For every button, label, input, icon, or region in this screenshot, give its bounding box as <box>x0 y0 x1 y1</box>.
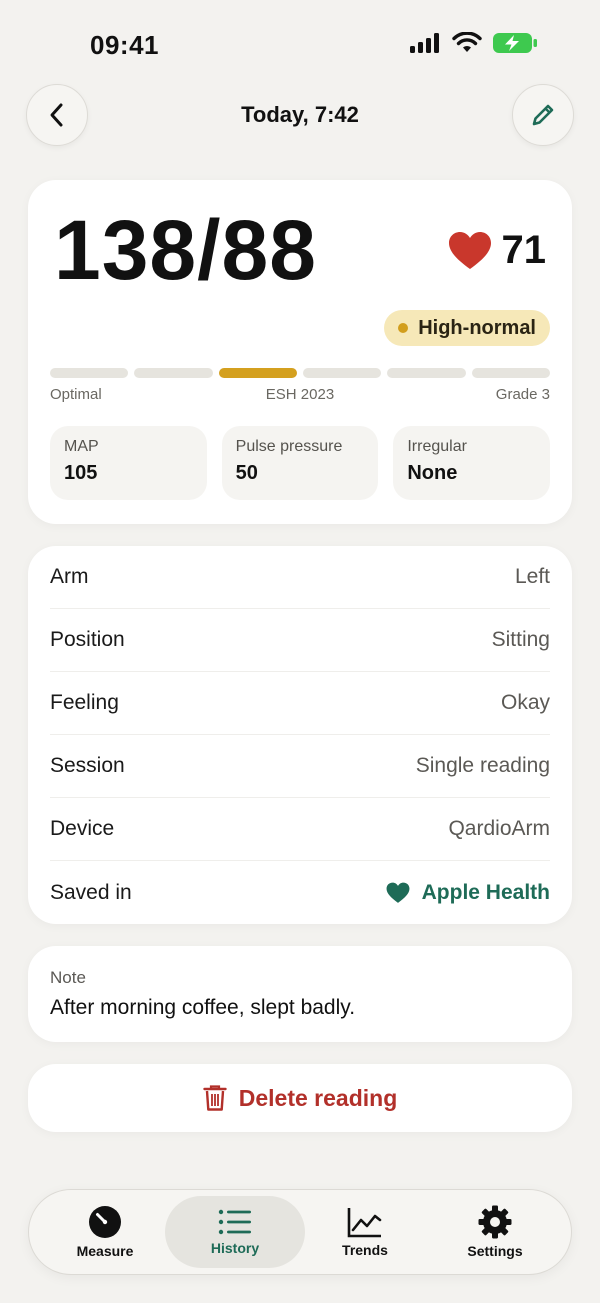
note-label: Note <box>50 968 86 987</box>
detail-value: Single reading <box>415 754 550 777</box>
pulse-value: 71 <box>501 228 547 272</box>
stat-label: Irregular <box>407 438 467 455</box>
tab-history[interactable]: History <box>165 1196 305 1268</box>
detail-row-saved-in[interactable]: Saved in Apple Health <box>50 861 550 924</box>
pulse-display: 71 <box>448 228 547 273</box>
detail-label: Position <box>50 628 125 651</box>
pencil-icon <box>532 104 554 126</box>
detail-label: Feeling <box>50 691 119 714</box>
detail-label: Arm <box>50 565 89 588</box>
apple-health-link[interactable]: Apple Health <box>386 881 550 905</box>
tab-label: Settings <box>467 1243 523 1259</box>
classification-scale <box>50 368 550 378</box>
heart-icon <box>386 882 410 903</box>
note-text: After morning coffee, slept badly. <box>50 996 356 1019</box>
delete-reading-button[interactable]: Delete reading <box>28 1064 572 1132</box>
blood-pressure-value: 138/88 <box>54 203 317 297</box>
stat-value: 105 <box>64 462 98 484</box>
scale-segment <box>387 368 466 378</box>
scale-labels: Optimal ESH 2023 Grade 3 <box>50 386 550 406</box>
category-label: High-normal <box>418 316 536 339</box>
nav-bar: Today, 7:42 <box>0 84 600 146</box>
tab-label: Trends <box>342 1242 388 1258</box>
scale-label-right: Grade 3 <box>495 386 550 403</box>
edit-button[interactable] <box>512 84 574 146</box>
list-icon <box>218 1209 251 1235</box>
delete-label: Delete reading <box>238 1084 398 1111</box>
detail-value: QardioArm <box>448 817 550 840</box>
tab-trends[interactable]: Trends <box>295 1196 435 1268</box>
stat-irregular: Irregular None <box>393 426 551 500</box>
scale-segment <box>471 368 550 378</box>
tab-bar: Measure History Trends Settings <box>28 1189 572 1275</box>
scale-segment <box>302 368 382 378</box>
tab-measure[interactable]: Measure <box>35 1196 175 1268</box>
reading-card: 138/88 71 High-normal Optimal ESH 2023 G… <box>28 180 572 524</box>
scale-segment <box>50 368 129 378</box>
page-title: Today, 7:42 <box>241 102 359 127</box>
scale-label-center: ESH 2023 <box>265 386 335 403</box>
scale-segment-active <box>218 368 297 378</box>
note-card[interactable]: Note After morning coffee, slept badly. <box>28 946 572 1042</box>
details-card: Arm Left Position Sitting Feeling Okay S… <box>28 546 572 924</box>
detail-value: Okay <box>500 691 550 714</box>
stat-label: Pulse pressure <box>235 438 343 455</box>
stat-value: 50 <box>235 462 258 484</box>
detail-row-feeling[interactable]: Feeling Okay <box>50 672 550 735</box>
detail-label: Saved in <box>50 880 132 904</box>
heart-icon <box>448 231 491 269</box>
gauge-icon <box>89 1206 121 1238</box>
stat-pulse-pressure: Pulse pressure 50 <box>221 426 379 500</box>
gear-icon <box>478 1205 512 1239</box>
battery-charging-icon <box>493 33 537 53</box>
wifi-icon <box>452 32 482 52</box>
stat-value: None <box>407 462 458 484</box>
status-time: 09:41 <box>90 30 159 60</box>
detail-row-arm[interactable]: Arm Left <box>50 546 550 609</box>
detail-row-position[interactable]: Position Sitting <box>50 609 550 672</box>
tab-label: Measure <box>76 1243 134 1259</box>
category-dot <box>398 323 409 333</box>
status-icons <box>410 32 538 54</box>
status-bar: 09:41 <box>0 0 600 88</box>
signal-icon <box>410 33 439 53</box>
tab-label: History <box>210 1240 260 1256</box>
detail-value: Left <box>514 565 550 588</box>
scale-segment <box>134 368 213 378</box>
detail-label: Device <box>50 817 115 840</box>
category-badge: High-normal <box>384 310 550 346</box>
stat-map: MAP 105 <box>50 426 207 500</box>
detail-label: Session <box>50 754 125 777</box>
detail-value: Sitting <box>491 628 550 651</box>
detail-value: Apple Health <box>421 880 550 904</box>
detail-row-session[interactable]: Session Single reading <box>50 735 550 798</box>
stat-label: MAP <box>64 438 99 455</box>
detail-row-device[interactable]: Device QardioArm <box>50 798 550 861</box>
stats-row: MAP 105 Pulse pressure 50 Irregular None <box>50 426 551 500</box>
tab-settings[interactable]: Settings <box>425 1196 565 1268</box>
chart-icon <box>347 1208 382 1238</box>
trash-icon <box>203 1085 227 1111</box>
